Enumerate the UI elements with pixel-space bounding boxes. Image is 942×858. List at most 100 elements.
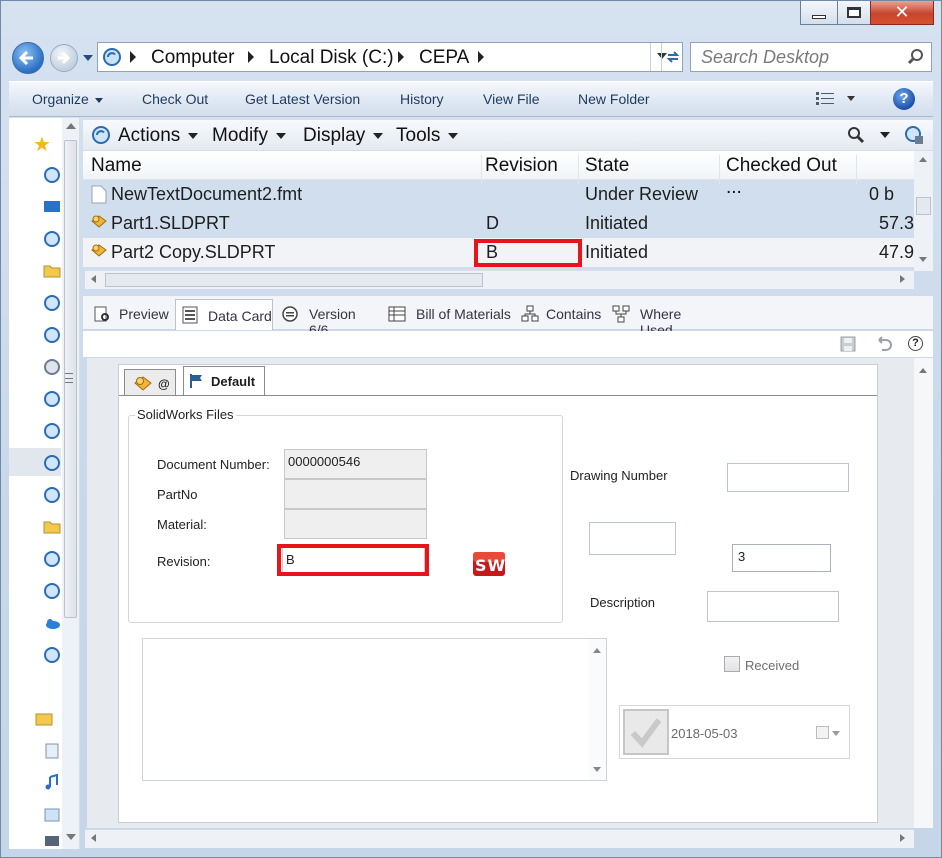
description-field[interactable] xyxy=(707,591,839,622)
scroll-left-icon[interactable] xyxy=(91,834,96,842)
get-latest-version-button[interactable]: Get Latest Version xyxy=(245,91,360,107)
scroll-down-icon[interactable] xyxy=(919,257,927,262)
vault-icon[interactable] xyxy=(43,294,61,312)
tab-preview[interactable]: Preview xyxy=(89,301,177,327)
network-icon[interactable] xyxy=(43,358,61,376)
file-row[interactable]: NewTextDocument2.fmt Under Review 0 b xyxy=(83,180,915,209)
vault-view-icon[interactable] xyxy=(903,124,925,146)
scroll-left-icon[interactable] xyxy=(91,275,96,283)
document-number-field[interactable]: 0000000546 xyxy=(284,449,427,479)
card-help-icon[interactable]: ? xyxy=(908,336,923,351)
list-hscroll-thumb[interactable] xyxy=(105,273,483,287)
scroll-up-icon[interactable] xyxy=(919,157,927,162)
forward-button[interactable] xyxy=(50,44,78,72)
vault-icon[interactable] xyxy=(43,390,61,408)
check-out-button[interactable]: Check Out xyxy=(142,91,208,107)
tab-contains[interactable]: Contains xyxy=(519,301,604,327)
recent-pages-dropdown-icon[interactable] xyxy=(83,55,93,61)
chevron-down-icon[interactable] xyxy=(832,731,840,736)
scroll-right-icon[interactable] xyxy=(900,834,905,842)
tab-where-used[interactable]: Where Used xyxy=(612,301,717,338)
actions-menu[interactable]: Actions xyxy=(118,125,199,147)
documents-icon[interactable] xyxy=(43,742,61,760)
vault-icon[interactable] xyxy=(43,550,61,568)
save-icon[interactable] xyxy=(839,335,857,353)
display-menu[interactable]: Display xyxy=(303,125,384,147)
scroll-down-icon[interactable] xyxy=(593,767,601,772)
undo-icon[interactable] xyxy=(873,335,893,353)
breadcrumb-local-disk[interactable]: Local Disk (C:) xyxy=(269,47,394,69)
tab-version[interactable]: Version 6/6 xyxy=(279,301,379,338)
chevron-down-icon xyxy=(448,132,459,139)
sw-logo-text: SW xyxy=(475,556,507,575)
search-input[interactable]: Search Desktop xyxy=(690,42,932,72)
breadcrumb-computer[interactable]: Computer xyxy=(151,47,234,69)
music-icon[interactable] xyxy=(43,774,61,792)
videos-icon[interactable] xyxy=(43,832,61,850)
date-check-icon[interactable] xyxy=(623,709,669,755)
cloud-icon[interactable] xyxy=(43,614,61,632)
scroll-down-icon[interactable] xyxy=(66,834,76,840)
list-vscroll-thumb[interactable] xyxy=(916,197,931,215)
organize-button[interactable]: Organize xyxy=(32,91,103,107)
tab-bill-of-materials[interactable]: Bill of Materials xyxy=(386,301,511,327)
libraries-icon[interactable] xyxy=(35,710,53,728)
desktop-icon[interactable] xyxy=(43,198,61,216)
file-row[interactable]: Part1.SLDPRT D Initiated 57.3 xyxy=(83,209,915,238)
pictures-icon[interactable] xyxy=(43,806,61,824)
new-folder-button[interactable]: New Folder xyxy=(578,91,650,107)
modify-menu[interactable]: Modify xyxy=(212,125,286,147)
search-icon[interactable] xyxy=(906,47,926,67)
breadcrumb-cepa[interactable]: CEPA xyxy=(419,47,469,69)
material-field[interactable] xyxy=(284,509,427,539)
back-button[interactable] xyxy=(12,42,44,74)
partno-field[interactable] xyxy=(284,479,427,509)
vault-icon[interactable] xyxy=(43,326,61,344)
address-bar[interactable]: Computer Local Disk (C:) CEPA xyxy=(97,42,683,72)
vault-icon[interactable] xyxy=(43,166,61,184)
drawing-number-field[interactable] xyxy=(727,463,849,492)
folder-icon[interactable] xyxy=(43,262,61,280)
refresh-button[interactable] xyxy=(661,43,683,71)
help-icon[interactable]: ? xyxy=(893,88,915,110)
unlabeled-field[interactable] xyxy=(589,522,676,555)
textarea-scrollbar[interactable] xyxy=(589,639,606,780)
organize-label: Organize xyxy=(32,91,89,107)
list-horizontal-scrollbar[interactable] xyxy=(85,270,914,289)
maximize-button[interactable] xyxy=(837,1,871,25)
calendar-icon[interactable] xyxy=(816,726,829,739)
scroll-up-icon[interactable] xyxy=(66,123,76,129)
vault-icon[interactable] xyxy=(43,422,61,440)
config-tab-default[interactable]: Default xyxy=(183,366,265,396)
minimize-button[interactable] xyxy=(800,1,838,25)
vault-icon[interactable] xyxy=(43,486,61,504)
scroll-up-icon[interactable] xyxy=(919,368,927,373)
pdm-refresh-icon[interactable] xyxy=(91,125,111,145)
favorites-star-icon[interactable]: ★ xyxy=(33,132,51,156)
config-tab-at[interactable]: @ xyxy=(124,369,176,396)
history-button[interactable]: History xyxy=(400,91,444,107)
splitter-grip-icon[interactable] xyxy=(65,373,73,383)
card-horizontal-scrollbar[interactable] xyxy=(85,829,914,848)
view-options-icon[interactable] xyxy=(815,91,837,107)
date-picker[interactable]: 2018-05-03 xyxy=(619,705,850,759)
tools-menu[interactable]: Tools xyxy=(396,125,459,147)
vault-icon[interactable] xyxy=(43,454,61,472)
vault-icon[interactable] xyxy=(43,646,61,664)
card-vertical-scrollbar[interactable] xyxy=(914,358,933,828)
search-dropdown-icon[interactable] xyxy=(880,132,890,138)
view-dropdown-icon[interactable] xyxy=(847,96,855,101)
pdm-search-icon[interactable] xyxy=(846,125,866,145)
folder-icon[interactable] xyxy=(43,518,61,536)
scroll-up-icon[interactable] xyxy=(593,648,601,653)
view-file-button[interactable]: View File xyxy=(483,91,540,107)
list-vertical-scrollbar[interactable] xyxy=(914,151,933,271)
received-checkbox[interactable] xyxy=(724,656,740,672)
vault-icon[interactable] xyxy=(43,230,61,248)
vault-icon[interactable] xyxy=(43,582,61,600)
field-3[interactable]: 3 xyxy=(732,544,831,572)
tab-data-card[interactable]: Data Card xyxy=(175,299,273,330)
scroll-right-icon[interactable] xyxy=(900,275,905,283)
comment-textarea[interactable] xyxy=(142,638,607,781)
close-button[interactable]: ✕ xyxy=(870,1,934,25)
